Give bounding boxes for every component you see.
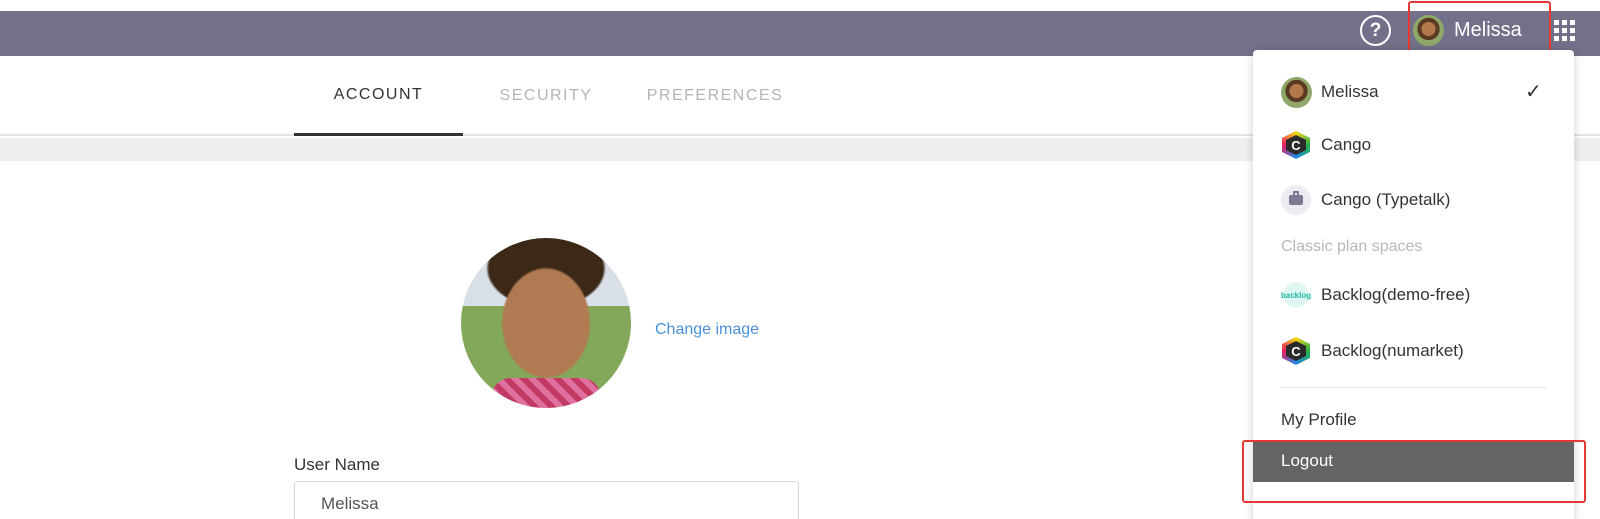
space-item-cango[interactable]: C Cango: [1281, 129, 1371, 161]
space-item-backlog-demo-free[interactable]: backlog Backlog(demo-free): [1281, 279, 1470, 311]
briefcase-icon: [1281, 185, 1311, 215]
checkmark-icon: ✓: [1525, 81, 1542, 103]
cango-logo-icon: C: [1282, 131, 1310, 159]
profile-image: [461, 238, 631, 408]
user-name-label: User Name: [294, 455, 380, 474]
user-name-field[interactable]: [294, 481, 799, 519]
menu-divider: [1281, 387, 1546, 388]
highlight-logout: [1242, 440, 1586, 503]
classic-plan-section-label: Classic plan spaces: [1281, 238, 1423, 255]
change-image-link[interactable]: Change image: [655, 321, 759, 339]
highlight-user-menu: [1408, 1, 1551, 55]
space-item-backlog-numarket[interactable]: C Backlog(numarket): [1281, 335, 1464, 367]
backlog-logo-icon: backlog: [1281, 280, 1311, 310]
tab-account[interactable]: ACCOUNT: [294, 56, 463, 136]
space-item-cango-typetalk[interactable]: Cango (Typetalk): [1281, 184, 1450, 216]
space-item-melissa[interactable]: Melissa: [1280, 76, 1379, 108]
app-grid-icon[interactable]: [1554, 20, 1575, 41]
my-profile-menu-item[interactable]: My Profile: [1281, 410, 1357, 430]
cango-logo-icon: C: [1282, 337, 1310, 365]
tab-preferences[interactable]: PREFERENCES: [647, 56, 782, 136]
tab-security[interactable]: SECURITY: [495, 56, 597, 136]
help-icon: ?: [1369, 19, 1382, 41]
user-avatar-icon: [1280, 76, 1312, 108]
help-button[interactable]: ?: [1360, 15, 1391, 46]
